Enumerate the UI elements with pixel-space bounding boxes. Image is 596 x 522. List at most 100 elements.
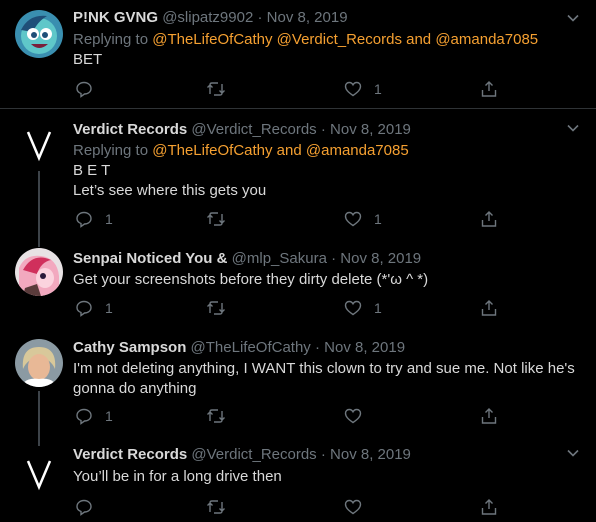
- share-icon: [481, 300, 497, 316]
- separator-dot: ·: [320, 446, 326, 463]
- retweet-button[interactable]: [206, 497, 238, 517]
- chevron-down-icon[interactable]: [566, 446, 580, 460]
- mention-link[interactable]: @Verdict_Records: [277, 31, 402, 48]
- thread-line: [38, 171, 40, 236]
- avatar-cathy-sampson[interactable]: [15, 339, 63, 387]
- tweet-3[interactable]: Senpai Noticed You & @mlp_Sakura · Nov 8…: [0, 236, 596, 328]
- tweet-actions: [73, 497, 573, 517]
- retweet-button[interactable]: [206, 209, 238, 229]
- separator-dot: ·: [314, 339, 320, 356]
- heart-icon: [344, 81, 362, 97]
- retweet-button[interactable]: [206, 298, 238, 318]
- retweet-button[interactable]: [206, 79, 238, 99]
- like-button[interactable]: [344, 406, 374, 426]
- like-button[interactable]: 1: [344, 79, 382, 99]
- avatar-pink-gvng[interactable]: [15, 10, 63, 58]
- mention-and: and: [276, 142, 302, 159]
- tweet-actions: 1 1: [73, 209, 573, 229]
- retweet-icon: [207, 82, 225, 96]
- tweet-line: B E T: [73, 162, 111, 179]
- display-name[interactable]: Cathy Sampson: [73, 339, 186, 356]
- avatar-verdict-records[interactable]: [15, 119, 63, 167]
- avatar-senpai-noticed-you[interactable]: [15, 248, 63, 296]
- reply-icon: [76, 211, 92, 228]
- share-button[interactable]: [480, 298, 498, 318]
- retweet-icon: [207, 301, 225, 315]
- reply-button[interactable]: [75, 79, 105, 99]
- like-count: 1: [374, 81, 382, 97]
- reply-icon: [76, 300, 92, 317]
- heart-icon: [344, 408, 362, 424]
- share-button[interactable]: [480, 497, 498, 517]
- replying-to: Replying to @TheLifeOfCathy and @amanda7…: [73, 141, 409, 161]
- reply-icon: [76, 81, 92, 98]
- thread-line: [38, 236, 40, 247]
- heart-icon: [344, 211, 362, 227]
- like-button[interactable]: 1: [344, 209, 382, 229]
- retweet-button[interactable]: [206, 406, 238, 426]
- tweet-5[interactable]: Verdict Records @Verdict_Records · Nov 8…: [0, 436, 596, 522]
- retweet-icon: [207, 409, 225, 423]
- reply-button[interactable]: 1: [75, 406, 113, 426]
- reply-button[interactable]: 1: [75, 298, 113, 318]
- tweet-date[interactable]: Nov 8, 2019: [330, 121, 411, 138]
- reply-button[interactable]: 1: [75, 209, 113, 229]
- display-name[interactable]: Verdict Records: [73, 446, 187, 463]
- tweet-header: P!NK GVNG @slipatz9902 · Nov 8, 2019: [73, 8, 348, 28]
- separator-dot: ·: [331, 250, 337, 267]
- chevron-down-icon[interactable]: [566, 11, 580, 25]
- tweet-text: BET: [73, 50, 583, 70]
- heart-icon: [344, 499, 362, 515]
- like-button[interactable]: 1: [344, 298, 382, 318]
- tweet-text: I'm not deleting anything, I WANT this c…: [73, 359, 583, 399]
- share-icon: [481, 81, 497, 97]
- separator-dot: ·: [320, 121, 326, 138]
- tweet-line: Let’s see where this gets you: [73, 182, 267, 199]
- mention-link[interactable]: @TheLifeOfCathy: [152, 142, 272, 159]
- tweet-date[interactable]: Nov 8, 2019: [330, 446, 411, 463]
- display-name[interactable]: P!NK GVNG: [73, 9, 158, 26]
- reply-button[interactable]: [75, 497, 105, 517]
- user-handle[interactable]: @slipatz9902: [162, 9, 253, 26]
- thread-line: [38, 436, 40, 446]
- tweet-text: Get your screenshots before they dirty d…: [73, 270, 583, 290]
- retweet-icon: [207, 500, 225, 514]
- tweet-actions: 1: [73, 79, 573, 99]
- user-handle[interactable]: @mlp_Sakura: [232, 250, 327, 267]
- replying-to: Replying to @TheLifeOfCathy @Verdict_Rec…: [73, 30, 538, 50]
- like-count: 1: [374, 211, 382, 227]
- tweet-header: Cathy Sampson @TheLifeOfCathy · Nov 8, 2…: [73, 338, 405, 358]
- chevron-down-icon[interactable]: [566, 121, 580, 135]
- reply-icon: [76, 499, 92, 516]
- share-button[interactable]: [480, 209, 498, 229]
- separator-dot: ·: [257, 9, 263, 26]
- tweet-header: Verdict Records @Verdict_Records · Nov 8…: [73, 120, 411, 140]
- tweet-1[interactable]: P!NK GVNG @slipatz9902 · Nov 8, 2019 Rep…: [0, 0, 596, 108]
- thread-line: [38, 391, 40, 436]
- user-handle[interactable]: @Verdict_Records: [191, 446, 316, 463]
- reply-count: 1: [105, 211, 113, 227]
- avatar-verdict-records[interactable]: [15, 448, 63, 496]
- tweet-date[interactable]: Nov 8, 2019: [340, 250, 421, 267]
- tweet-date[interactable]: Nov 8, 2019: [324, 339, 405, 356]
- reply-count: 1: [105, 300, 113, 316]
- user-handle[interactable]: @Verdict_Records: [191, 121, 316, 138]
- share-button[interactable]: [480, 79, 498, 99]
- replying-to-label: Replying to: [73, 31, 149, 48]
- heart-icon: [344, 300, 362, 316]
- tweet-2[interactable]: Verdict Records @Verdict_Records · Nov 8…: [0, 109, 596, 236]
- mention-link[interactable]: @amanda7085: [435, 31, 538, 48]
- like-button[interactable]: [344, 497, 374, 517]
- tweet-text: You’ll be in for a long drive then: [73, 467, 583, 487]
- tweet-4[interactable]: Cathy Sampson @TheLifeOfCathy · Nov 8, 2…: [0, 328, 596, 436]
- user-handle[interactable]: @TheLifeOfCathy: [191, 339, 311, 356]
- share-button[interactable]: [480, 406, 498, 426]
- tweet-text: B E T Let’s see where this gets you: [73, 161, 583, 201]
- mention-link[interactable]: @amanda7085: [306, 142, 409, 159]
- display-name[interactable]: Senpai Noticed You &: [73, 250, 227, 267]
- tweet-actions: 1 1: [73, 298, 573, 318]
- display-name[interactable]: Verdict Records: [73, 121, 187, 138]
- tweet-date[interactable]: Nov 8, 2019: [267, 9, 348, 26]
- mention-link[interactable]: @TheLifeOfCathy: [152, 31, 272, 48]
- like-count: 1: [374, 300, 382, 316]
